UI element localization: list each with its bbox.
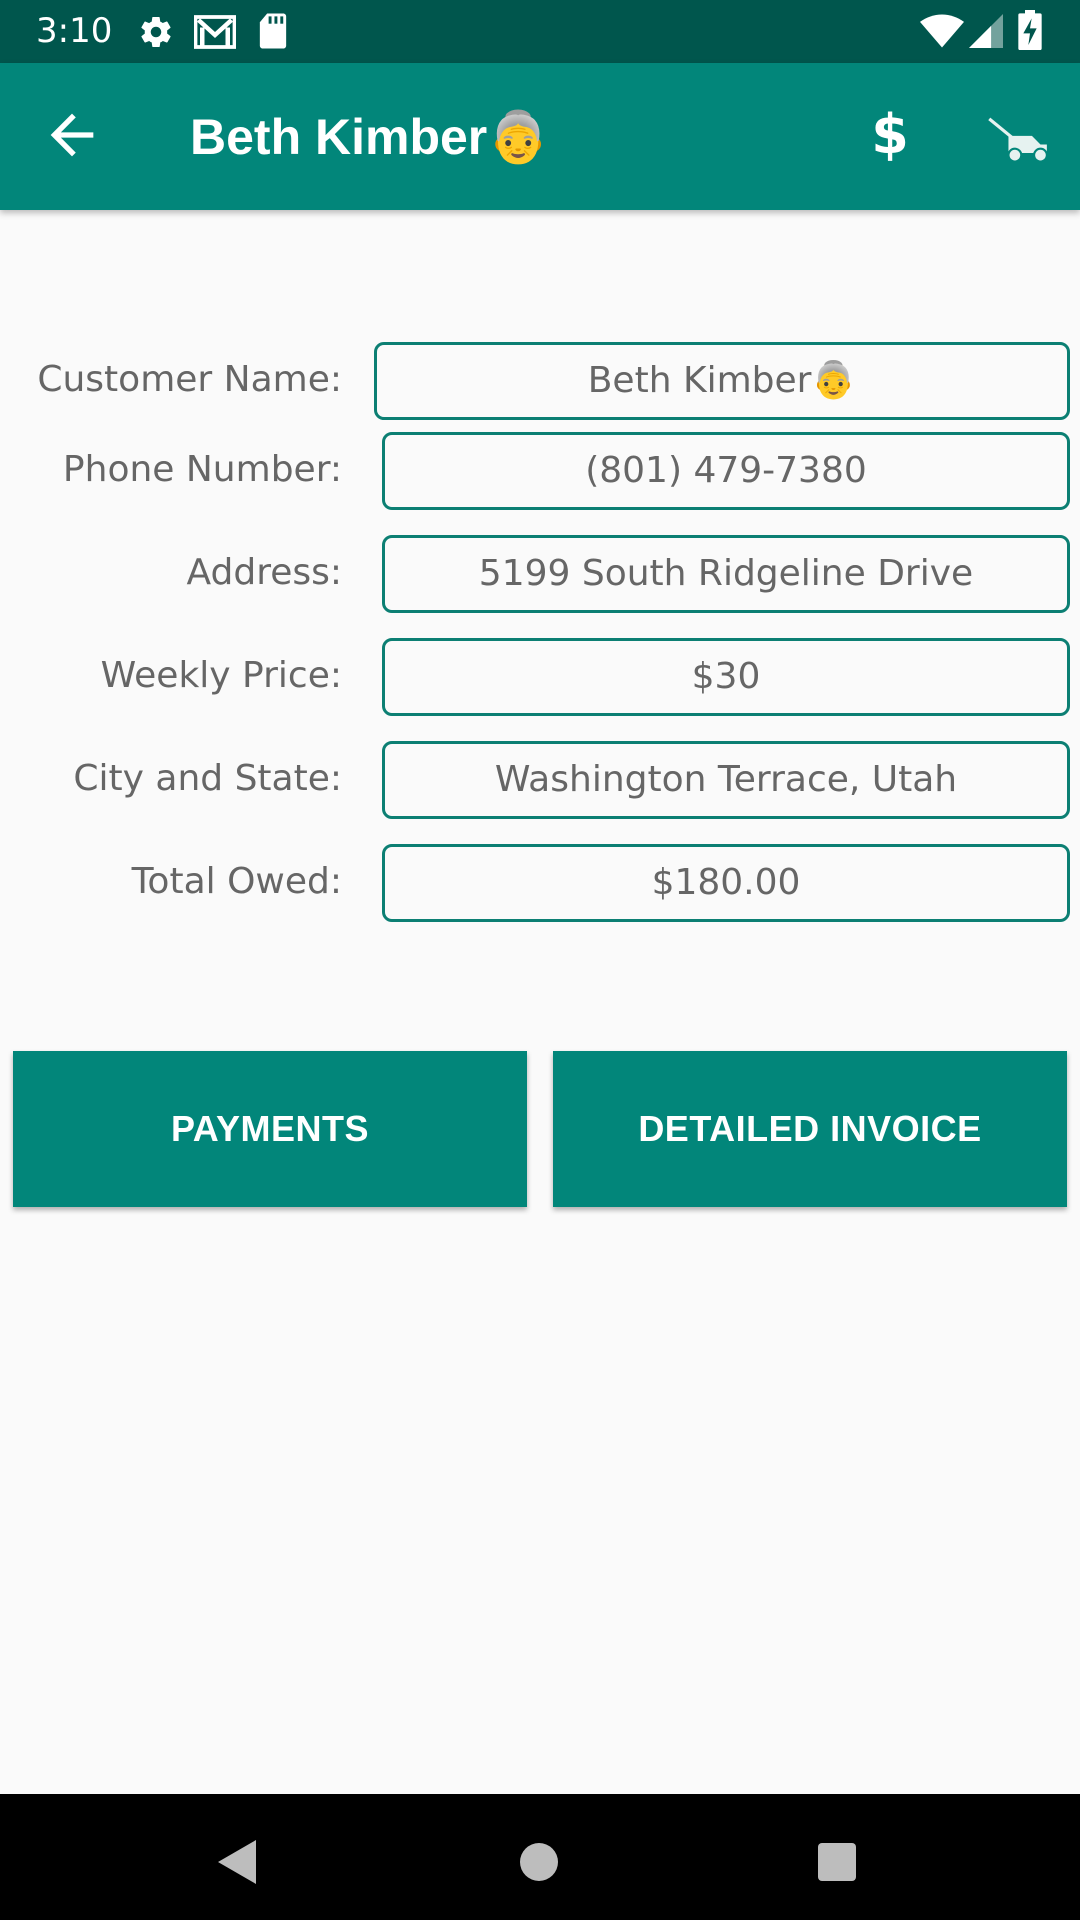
- home-circle-icon[interactable]: [519, 1842, 559, 1882]
- recents-square-icon[interactable]: [817, 1842, 857, 1882]
- page-title: Beth Kimber👵: [190, 109, 550, 165]
- battery-charging-icon: [1018, 10, 1042, 50]
- sd-card-icon: [259, 13, 287, 49]
- customer-name-field[interactable]: Beth Kimber👵: [374, 342, 1070, 420]
- customer-name-label: Customer Name:: [37, 359, 342, 400]
- status-time: 3:10: [36, 11, 113, 51]
- address-label: Address:: [186, 552, 343, 593]
- address-field[interactable]: 5199 South Ridgeline Drive: [382, 535, 1070, 613]
- lawn-mower-icon[interactable]: [985, 109, 1049, 165]
- system-nav-bar: [0, 1794, 1080, 1920]
- app-bar: Beth Kimber👵 $: [0, 63, 1080, 210]
- weekly-price-label: Weekly Price:: [100, 655, 342, 696]
- detailed-invoice-button[interactable]: DETAILED INVOICE: [553, 1051, 1067, 1207]
- city-state-label: City and State:: [73, 758, 342, 799]
- dollar-icon[interactable]: $: [858, 99, 922, 171]
- wifi-icon: [920, 14, 964, 48]
- payments-button[interactable]: PAYMENTS: [13, 1051, 527, 1207]
- cell-signal-icon: [969, 14, 1003, 48]
- weekly-price-field[interactable]: $30: [382, 638, 1070, 716]
- phone-number-label: Phone Number:: [62, 449, 342, 490]
- status-bar: 3:10: [0, 0, 1080, 63]
- settings-icon: [141, 17, 171, 48]
- total-owed-label: Total Owed:: [131, 861, 342, 902]
- gmail-icon: [194, 15, 236, 49]
- back-triangle-icon[interactable]: [216, 1838, 260, 1886]
- city-state-field[interactable]: Washington Terrace, Utah: [382, 741, 1070, 819]
- total-owed-field[interactable]: $180.00: [382, 844, 1070, 922]
- back-arrow-icon[interactable]: [40, 103, 104, 167]
- phone-number-field[interactable]: (801) 479-7380: [382, 432, 1070, 510]
